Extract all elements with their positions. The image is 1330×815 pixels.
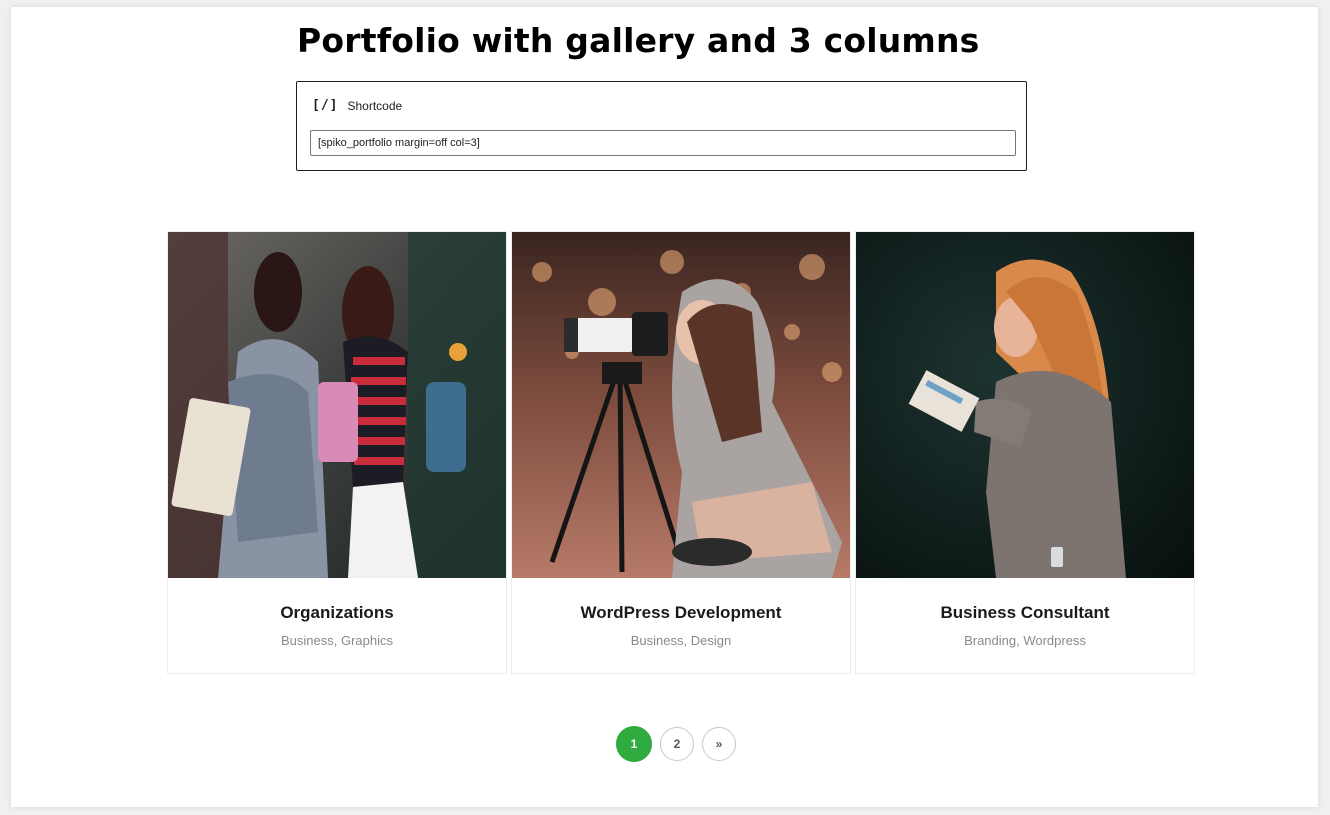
pagination-next-button[interactable]: » bbox=[702, 727, 736, 761]
portfolio-item-business-consultant[interactable]: Business Consultant Branding, Wordpress bbox=[855, 231, 1195, 674]
shortcode-input[interactable] bbox=[310, 130, 1016, 156]
portfolio-item-title[interactable]: Organizations bbox=[168, 603, 506, 623]
portfolio-image-woman-with-camera[interactable] bbox=[512, 232, 850, 578]
shortcode-block[interactable]: [/] Shortcode bbox=[296, 81, 1027, 171]
shortcode-block-header: [/] Shortcode bbox=[312, 98, 402, 113]
portfolio-item-title[interactable]: WordPress Development bbox=[512, 603, 850, 623]
portfolio-image-woman-reading[interactable] bbox=[856, 232, 1194, 578]
portfolio-item-organizations[interactable]: Organizations Business, Graphics bbox=[167, 231, 507, 674]
pagination: 1 2 » bbox=[616, 726, 736, 762]
pagination-page-2[interactable]: 2 bbox=[660, 727, 694, 761]
portfolio-item-categories[interactable]: Business, Graphics bbox=[168, 633, 506, 648]
portfolio-item-categories[interactable]: Branding, Wordpress bbox=[856, 633, 1194, 648]
shortcode-icon: [/] bbox=[312, 98, 339, 113]
portfolio-item-categories[interactable]: Business, Design bbox=[512, 633, 850, 648]
editor-canvas: Portfolio with gallery and 3 columns [/]… bbox=[11, 7, 1318, 807]
page-title[interactable]: Portfolio with gallery and 3 columns bbox=[297, 21, 980, 60]
double-chevron-right-icon: » bbox=[715, 737, 723, 751]
portfolio-item-wordpress-development[interactable]: WordPress Development Business, Design bbox=[511, 231, 851, 674]
portfolio-item-title[interactable]: Business Consultant bbox=[856, 603, 1194, 623]
portfolio-gallery: Organizations Business, Graphics WordPre… bbox=[167, 231, 1195, 674]
portfolio-image-two-women-walking[interactable] bbox=[168, 232, 506, 578]
shortcode-label: Shortcode bbox=[347, 98, 403, 113]
pagination-page-1[interactable]: 1 bbox=[616, 726, 652, 762]
